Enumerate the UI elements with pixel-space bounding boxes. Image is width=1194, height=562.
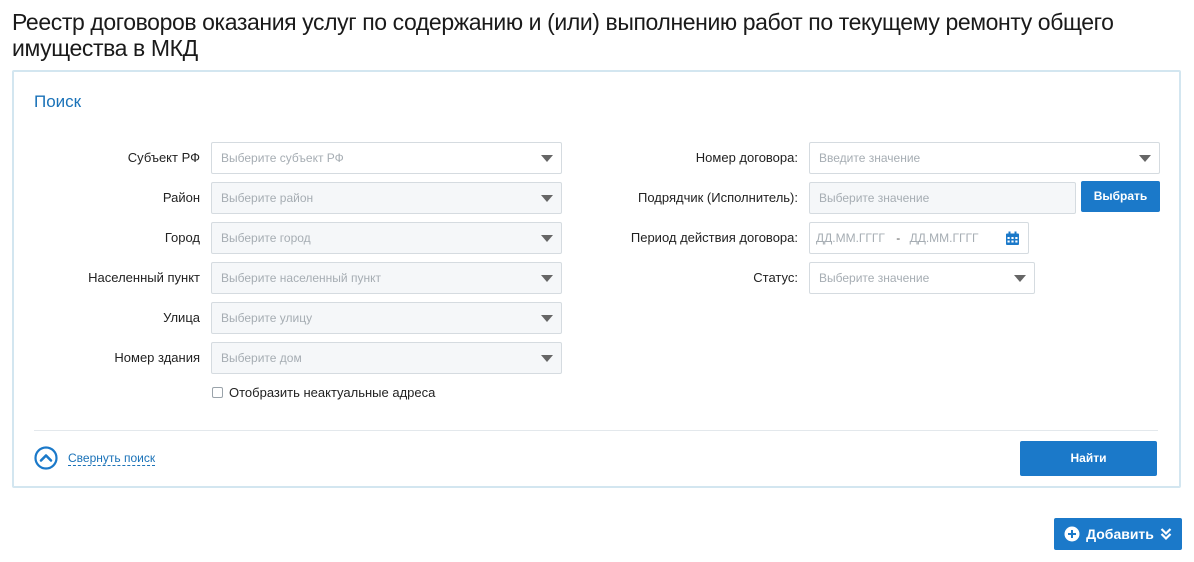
contractor-placeholder: Выберите значение: [819, 191, 930, 205]
period-to-input[interactable]: ДД.ММ.ГГГГ: [910, 231, 979, 245]
subject-label: Субъект РФ: [127, 150, 200, 165]
chevron-down-icon: [541, 195, 553, 202]
status-placeholder: Выберите значение: [819, 271, 930, 285]
building-select[interactable]: Выберите дом: [211, 342, 562, 374]
period-separator: -: [896, 231, 901, 245]
subject-select[interactable]: Выберите субъект РФ: [211, 142, 562, 174]
add-button[interactable]: Добавить: [1054, 518, 1182, 550]
settlement-placeholder: Выберите населенный пункт: [221, 271, 381, 285]
contract-number-select[interactable]: Введите значение: [809, 142, 1160, 174]
street-label: Улица: [163, 310, 200, 325]
search-panel: Поиск Субъект РФ Выберите субъект РФ Рай…: [12, 70, 1181, 488]
plus-circle-icon: [1064, 526, 1080, 542]
subject-placeholder: Выберите субъект РФ: [221, 151, 344, 165]
period-label: Период действия договора:: [630, 230, 798, 245]
panel-divider: [34, 430, 1158, 431]
city-label: Город: [164, 230, 200, 245]
chevron-down-icon: [541, 275, 553, 282]
chevron-down-icon: [541, 355, 553, 362]
street-placeholder: Выберите улицу: [221, 311, 313, 325]
district-select[interactable]: Выберите район: [211, 182, 562, 214]
city-select[interactable]: Выберите город: [211, 222, 562, 254]
status-select[interactable]: Выберите значение: [809, 262, 1035, 294]
contractor-label: Подрядчик (Исполнитель):: [637, 190, 798, 205]
calendar-icon[interactable]: [1005, 231, 1020, 246]
chevron-down-icon: [541, 155, 553, 162]
show-outdated-checkbox[interactable]: [212, 387, 223, 398]
status-label: Статус:: [753, 270, 798, 285]
collapse-up-icon[interactable]: [34, 446, 58, 470]
district-label: Район: [162, 190, 200, 205]
contractor-field[interactable]: Выберите значение: [809, 182, 1076, 214]
district-placeholder: Выберите район: [221, 191, 314, 205]
show-outdated-label: Отобразить неактуальные адреса: [229, 385, 436, 400]
street-select[interactable]: Выберите улицу: [211, 302, 562, 334]
chevron-down-icon: [541, 235, 553, 242]
search-panel-title: Поиск: [34, 92, 82, 111]
period-from-input[interactable]: ДД.ММ.ГГГГ: [816, 231, 885, 245]
chevron-down-icon: [541, 315, 553, 322]
building-label: Номер здания: [114, 350, 200, 365]
collapse-search-link[interactable]: Свернуть поиск: [68, 451, 156, 466]
find-button[interactable]: Найти: [1020, 441, 1157, 476]
chevron-down-icon: [1139, 155, 1151, 162]
contract-number-label: Номер договора:: [695, 150, 798, 165]
select-contractor-button[interactable]: Выбрать: [1081, 181, 1160, 212]
building-placeholder: Выберите дом: [221, 351, 302, 365]
city-placeholder: Выберите город: [221, 231, 311, 245]
add-button-label: Добавить: [1086, 526, 1154, 542]
settlement-label: Населенный пункт: [88, 270, 200, 285]
contract-number-placeholder: Введите значение: [819, 151, 921, 165]
page-title: Реестр договоров оказания услуг по содер…: [12, 9, 1114, 61]
chevron-down-icon: [1014, 275, 1026, 282]
double-chevron-down-icon: [1160, 528, 1172, 541]
settlement-select[interactable]: Выберите населенный пункт: [211, 262, 562, 294]
period-range-field[interactable]: ДД.ММ.ГГГГ - ДД.ММ.ГГГГ: [809, 222, 1029, 254]
